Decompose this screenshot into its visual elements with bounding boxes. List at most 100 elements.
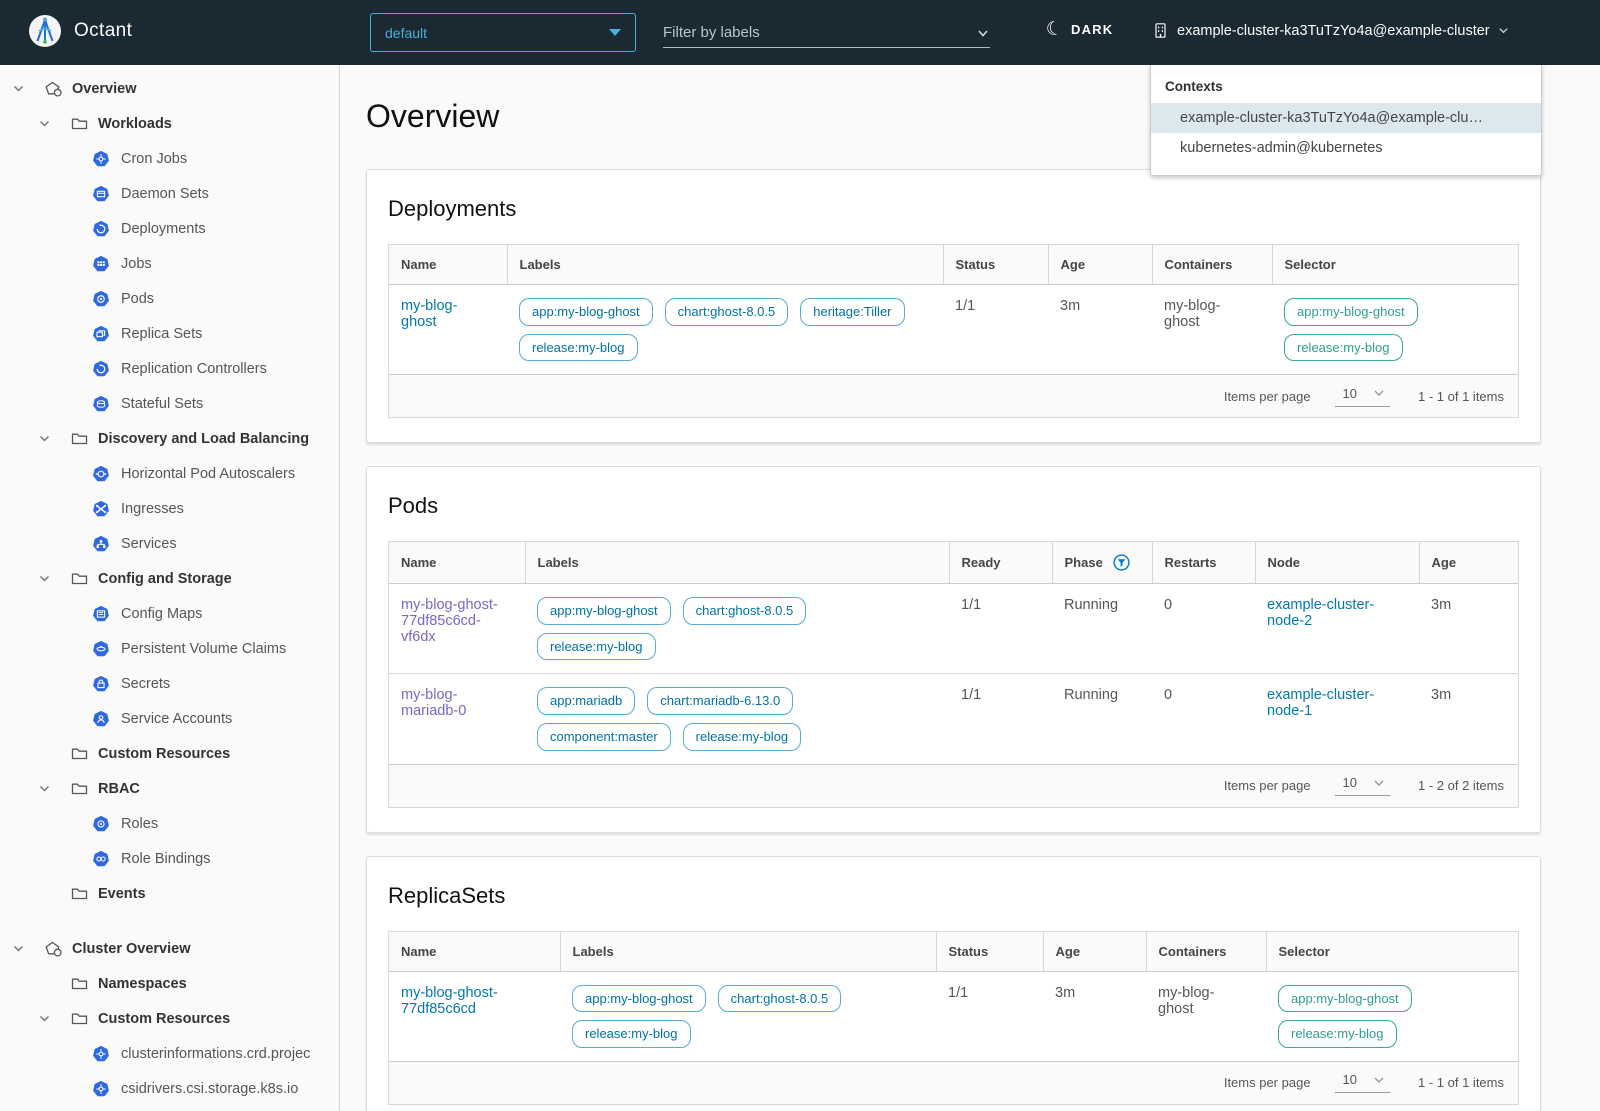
chevron-down-icon[interactable] <box>36 1012 52 1025</box>
sidebar-item-roles[interactable]: Roles <box>0 806 339 841</box>
status-cell: 1/1 <box>943 284 1048 375</box>
replicasets-table: Name Labels Status Age Containers Select… <box>388 930 1519 1105</box>
label-pill[interactable]: heritage:Tiller <box>800 298 905 326</box>
phase-cell: Running <box>1052 673 1152 764</box>
label-pill[interactable]: app:my-blog-ghost <box>519 298 653 326</box>
chevron-down-icon <box>1374 390 1384 397</box>
col-header-ready: Ready <box>948 542 1052 585</box>
pagination-range: 1 - 1 of 1 items <box>1418 1075 1504 1091</box>
label-pill[interactable]: app:my-blog-ghost <box>537 597 671 625</box>
sidebar-item-daemon-sets[interactable]: Daemon Sets <box>0 176 339 211</box>
label-pill[interactable]: app:mariadb <box>537 687 636 715</box>
chevron-down-icon[interactable] <box>36 117 52 130</box>
context-selector-button[interactable]: example-cluster-ka3TuTzYo4a@example-clus… <box>1152 22 1509 39</box>
col-header-status: Status <box>935 931 1043 972</box>
context-item-example-cluster[interactable]: example-cluster-ka3TuTzYo4a@example-clu… <box>1151 103 1541 133</box>
sidebar-item-pods[interactable]: Pods <box>0 281 339 316</box>
deployment-name-link[interactable]: my-blog-ghost <box>401 298 491 330</box>
sidebar-item-namespaces[interactable]: Namespaces <box>0 966 339 1001</box>
pagination-range: 1 - 2 of 2 items <box>1418 778 1504 794</box>
sidebar-item-role-bindings[interactable]: Role Bindings <box>0 841 339 876</box>
sidebar-item-cluster-overview[interactable]: Cluster Overview <box>0 931 339 966</box>
replicaset-name-link[interactable]: my-blog-ghost-77df85c6cd <box>401 985 519 1017</box>
node-link[interactable]: example-cluster-node-2 <box>1267 597 1392 629</box>
sidebar-item-custom-resources[interactable]: Custom Resources <box>0 736 339 771</box>
sidebar-item-horizontal-pod-autoscalers[interactable]: Horizontal Pod Autoscalers <box>0 456 339 491</box>
page-size-select[interactable]: 10 <box>1334 386 1391 407</box>
clusterinformations-icon <box>92 1045 110 1063</box>
sidebar-item-replica-sets[interactable]: Replica Sets <box>0 316 339 351</box>
table-footer: Items per page 10 1 - 1 of 1 items <box>389 374 1518 418</box>
sidebar-item-rbac[interactable]: RBAC <box>0 771 339 806</box>
chevron-down-icon[interactable] <box>36 782 52 795</box>
context-item-kubernetes-admin[interactable]: kubernetes-admin@kubernetes <box>1151 133 1541 163</box>
sidebar-item-events[interactable]: Events <box>0 876 339 911</box>
selector-pill: app:my-blog-ghost <box>1284 298 1418 326</box>
chevron-down-icon[interactable] <box>10 942 26 955</box>
chevron-down-icon[interactable] <box>10 82 26 95</box>
sidebar-item-config-and-storage[interactable]: Config and Storage <box>0 561 339 596</box>
ingresses-icon <box>92 500 110 518</box>
sidebar-item-cluster-custom-resources[interactable]: Custom Resources <box>0 1001 339 1036</box>
sidebar-item-csidrivers[interactable]: csidrivers.csi.storage.k8s.io <box>0 1071 339 1106</box>
sidebar-item-persistent-volume-claims[interactable]: Persistent Volume Claims <box>0 631 339 666</box>
table-footer: Items per page 10 1 - 1 of 1 items <box>389 1060 1518 1104</box>
sidebar-item-service-accounts[interactable]: Service Accounts <box>0 701 339 736</box>
col-header-selector: Selector <box>1265 931 1518 972</box>
sidebar-item-services[interactable]: Services <box>0 526 339 561</box>
sidebar-item-discovery-and-load-balancing[interactable]: Discovery and Load Balancing <box>0 421 339 456</box>
sidebar-item-cron-jobs[interactable]: Cron Jobs <box>0 141 339 176</box>
namespace-select-value: default <box>385 24 428 41</box>
ready-cell: 1/1 <box>949 673 1052 764</box>
label-pill[interactable]: chart:ghost-8.0.5 <box>682 597 807 625</box>
sidebar-item-secrets[interactable]: Secrets <box>0 666 339 701</box>
pod-name-link[interactable]: my-blog-ghost-77df85c6cd-vf6dx <box>401 597 513 645</box>
chevron-down-icon[interactable] <box>36 572 52 585</box>
filter-icon[interactable] <box>1113 554 1130 571</box>
app-header: Octant default ☾ DARK example-cluster-ka… <box>0 0 1600 65</box>
label-pill[interactable]: release:my-blog <box>682 722 802 751</box>
sidebar-item-clusterinformations[interactable]: clusterinformations.crd.projec <box>0 1036 339 1071</box>
label-pill[interactable]: chart:ghost-8.0.5 <box>717 984 842 1013</box>
label-pill[interactable]: release:my-blog <box>519 333 638 362</box>
label-filter-input[interactable] <box>663 24 976 41</box>
sidebar-item-jobs[interactable]: Jobs <box>0 246 339 281</box>
context-selector-label: example-cluster-ka3TuTzYo4a@example-clus… <box>1177 22 1490 39</box>
label-pill[interactable]: component:master <box>537 722 671 751</box>
chevron-down-icon[interactable] <box>36 432 52 445</box>
pod-name-link[interactable]: my-blog-mariadb-0 <box>401 687 513 719</box>
label-pill[interactable]: app:my-blog-ghost <box>572 984 706 1013</box>
role-bindings-icon <box>92 850 110 868</box>
label-pill[interactable]: chart:ghost-8.0.5 <box>664 298 789 326</box>
label-pill[interactable]: release:my-blog <box>572 1020 691 1048</box>
cluster-overview-icon <box>44 941 62 957</box>
folder-icon <box>70 781 88 796</box>
label-pill[interactable]: chart:mariadb-6.13.0 <box>647 687 794 715</box>
sidebar-item-deployments[interactable]: Deployments <box>0 211 339 246</box>
page-size-select[interactable]: 10 <box>1334 1072 1391 1094</box>
sidebar-item-config-maps[interactable]: Config Maps <box>0 596 339 631</box>
moon-icon: ☾ <box>1044 17 1066 42</box>
node-link[interactable]: example-cluster-node-1 <box>1267 687 1392 719</box>
replicasets-card: ReplicaSets Name Labels Status Age Conta… <box>366 855 1541 1111</box>
col-header-status: Status <box>942 245 1048 285</box>
col-header-selector: Selector <box>1271 245 1518 285</box>
page-size-select[interactable]: 10 <box>1334 775 1391 797</box>
sidebar-item-workloads[interactable]: Workloads <box>0 106 339 141</box>
age-cell: 3m <box>1419 583 1518 674</box>
chevron-down-icon[interactable] <box>976 26 990 40</box>
sidebar-item-replication-controllers[interactable]: Replication Controllers <box>0 351 339 386</box>
table-row: my-blog-ghost-77df85c6cd-vf6dx app:my-bl… <box>389 583 1518 674</box>
col-header-name: Name <box>389 542 525 585</box>
col-header-age: Age <box>1042 931 1146 972</box>
pods-table: Name Labels Ready Phase Restarts Node Ag… <box>388 541 1519 808</box>
namespace-select[interactable]: default <box>370 13 636 52</box>
sidebar-item-overview[interactable]: Overview <box>0 71 339 106</box>
sidebar-item-stateful-sets[interactable]: Stateful Sets <box>0 386 339 421</box>
label-pill[interactable]: release:my-blog <box>537 632 656 661</box>
sidebar-item-ingresses[interactable]: Ingresses <box>0 491 339 526</box>
replicasets-card-title: ReplicaSets <box>388 882 506 908</box>
folder-icon <box>70 886 88 901</box>
theme-toggle[interactable]: ☾ DARK <box>1044 17 1113 42</box>
containers-cell: my-blog-ghost <box>1158 984 1215 1017</box>
